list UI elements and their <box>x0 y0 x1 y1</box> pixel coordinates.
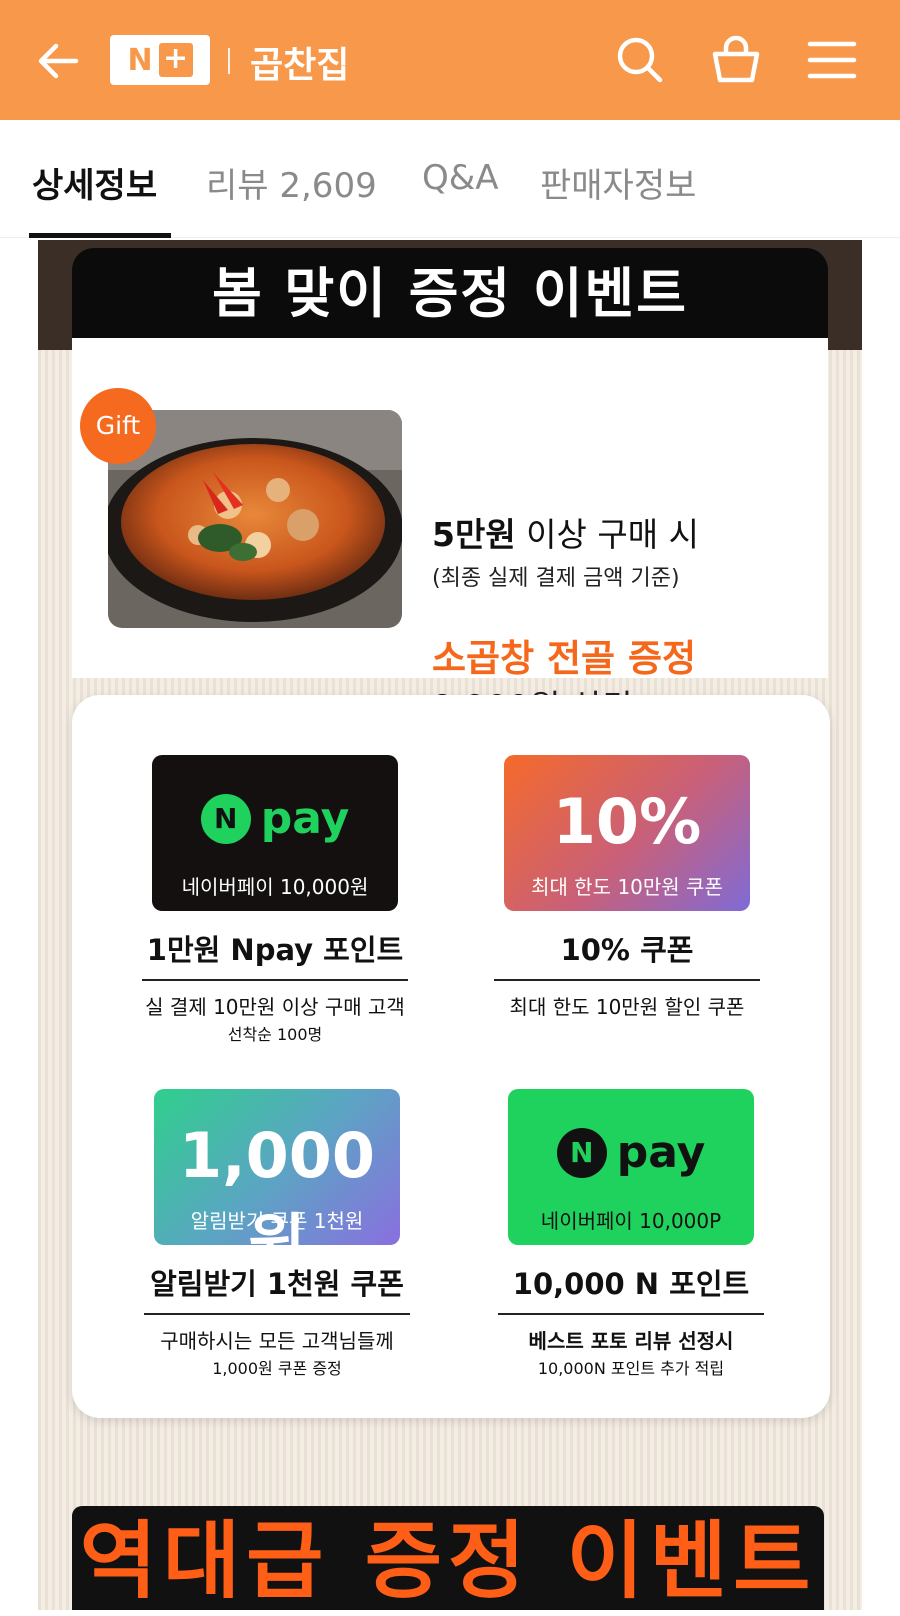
top-app-bar: N + 곱찬집 <box>0 0 900 120</box>
benefit-note: 10,000N 포인트 추가 적립 <box>537 1359 725 1378</box>
store-name[interactable]: 곱찬집 <box>250 36 349 88</box>
header-divider <box>228 48 230 74</box>
benefit-n-points: N pay 네이버페이 10,000P 10,000 N 포인트 베스트 포토 … <box>488 1089 788 1389</box>
benefit-title: 1만원 Npay 포인트 <box>146 933 404 967</box>
logo-plus: + <box>158 43 193 77</box>
benefit-desc: 실 결제 10만원 이상 구매 고객 <box>145 995 405 1019</box>
benefit-title: 10,000 N 포인트 <box>512 1267 750 1301</box>
divider <box>498 1313 764 1315</box>
gift-condition-amount: 5만원 <box>432 515 516 554</box>
benefit-alarm-coupon: 1,000원 알림받기 쿠폰 1천원 알림받기 1천원 쿠폰 구매하시는 모든 … <box>134 1089 434 1389</box>
coupon-amount: 10% <box>552 785 702 858</box>
divider <box>144 1313 410 1315</box>
npay-wordmark: pay <box>616 1127 706 1178</box>
benefit-title: 10% 쿠폰 <box>560 933 694 967</box>
benefit-npay-points: N pay 네이버페이 10,000원 1만원 Npay 포인트 실 결제 10… <box>132 755 432 1055</box>
naver-n-icon: N <box>200 793 251 844</box>
npay-logo: N pay <box>152 793 398 844</box>
card-caption: 최대 한도 10만원 쿠폰 <box>531 875 723 899</box>
logo-n: N <box>127 42 153 78</box>
benefit-10pct-coupon: 10% 최대 한도 10만원 쿠폰 10% 쿠폰 최대 한도 10만원 할인 쿠… <box>484 755 784 1055</box>
gift-condition-note: (최종 실제 결제 금액 기준) <box>432 566 680 591</box>
bottom-event-banner: 역대급 증정 이벤트 <box>72 1506 824 1610</box>
tab-qna[interactable]: Q&A <box>422 158 499 198</box>
benefit-desc: 베스트 포토 리뷰 선정시 <box>528 1329 734 1353</box>
benefit-note: 1,000원 쿠폰 증정 <box>212 1359 342 1378</box>
product-detail-image: 봄 맞이 증정 이벤트 Gift 5만원 이상 구매 시 (최종 실제 결제 금… <box>38 240 862 1610</box>
benefits-panel: N pay 네이버페이 10,000원 1만원 Npay 포인트 실 결제 10… <box>72 695 830 1418</box>
event-banner-title: 봄 맞이 증정 이벤트 <box>72 248 828 340</box>
active-tab-indicator <box>29 233 171 238</box>
divider <box>494 979 760 981</box>
gift-event-card: Gift 5만원 이상 구매 시 (최종 실제 결제 금액 기준) 소곱창 전골… <box>72 338 828 728</box>
tab-detail[interactable]: 상세정보 <box>32 158 157 207</box>
divider <box>142 979 408 981</box>
shopping-bag-icon[interactable] <box>710 34 762 86</box>
tab-seller-info[interactable]: 판매자정보 <box>540 158 696 207</box>
npay-wordmark: pay <box>260 793 350 844</box>
gift-item-name: 소곱창 전골 증정 <box>432 637 697 680</box>
naver-plus-logo[interactable]: N + <box>110 35 210 85</box>
card-caption: 네이버페이 10,000원 <box>181 875 369 899</box>
gift-badge: Gift <box>80 388 156 464</box>
card-caption: 네이버페이 10,000P <box>540 1209 722 1233</box>
back-arrow-icon[interactable] <box>36 38 82 84</box>
benefit-desc: 최대 한도 10만원 할인 쿠폰 <box>509 995 745 1019</box>
gift-condition: 5만원 이상 구매 시 <box>432 508 699 556</box>
gift-condition-text: 이상 구매 시 <box>515 515 699 554</box>
npay-card: N pay 네이버페이 10,000P <box>508 1089 754 1245</box>
menu-icon[interactable] <box>806 34 858 86</box>
coupon-card: 10% 최대 한도 10만원 쿠폰 <box>504 755 750 911</box>
tab-reviews[interactable]: 리뷰 2,609 <box>206 158 377 207</box>
benefit-note: 선착순 100명 <box>227 1025 323 1044</box>
benefit-title: 알림받기 1천원 쿠폰 <box>150 1267 404 1301</box>
npay-card: N pay 네이버페이 10,000원 <box>152 755 398 911</box>
search-icon[interactable] <box>614 34 666 86</box>
card-caption: 알림받기 쿠폰 1천원 <box>190 1209 364 1233</box>
detail-tabs: 상세정보 리뷰 2,609 Q&A 판매자정보 <box>0 120 900 238</box>
benefit-desc: 구매하시는 모든 고객님들께 <box>160 1329 394 1353</box>
naver-n-icon: N <box>556 1127 607 1178</box>
npay-logo: N pay <box>508 1127 754 1178</box>
coupon-card: 1,000원 알림받기 쿠폰 1천원 <box>154 1089 400 1245</box>
